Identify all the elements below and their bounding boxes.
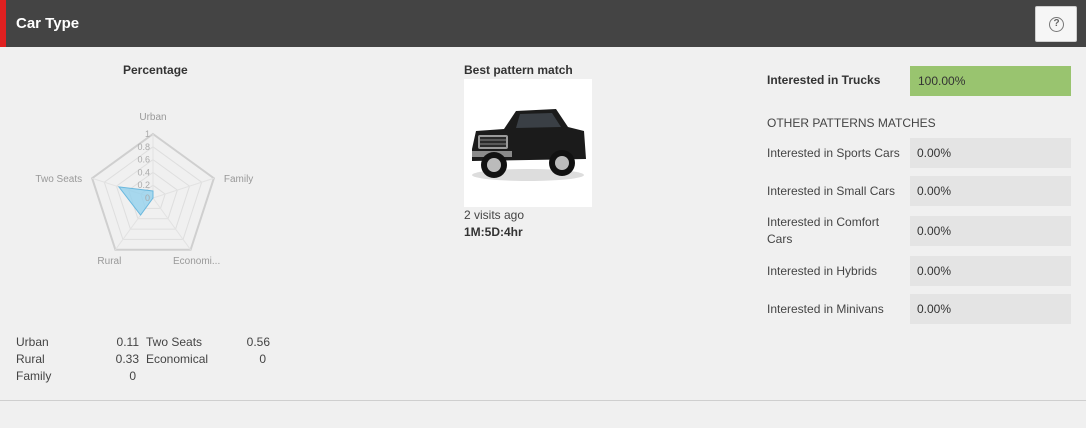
stat-value-family: 0 xyxy=(129,369,136,383)
interest-bar-small-cars: 0.00% xyxy=(910,176,1071,206)
stat-label-family: Family xyxy=(16,369,52,383)
stat-label-urban: Urban xyxy=(16,335,49,349)
radar-axis-label: Urban xyxy=(139,112,166,123)
main-interest-bar: 100.00% xyxy=(910,66,1071,96)
interest-bar-sports-cars: 0.00% xyxy=(910,138,1071,168)
interest-value: 0.00% xyxy=(917,302,952,316)
radar-tick-label: 0.4 xyxy=(137,167,150,177)
radar-tick-label: 0.8 xyxy=(137,142,150,152)
stat-label-economical: Economical xyxy=(146,352,209,366)
stat-label-rural: Rural xyxy=(16,352,45,366)
visits-text: 2 visits ago xyxy=(464,208,525,222)
interest-label-sports-cars: Interested in Sports Cars xyxy=(767,146,900,160)
main-interest-value: 100.00% xyxy=(918,74,966,88)
interest-bar-hybrids: 0.00% xyxy=(910,256,1071,286)
interest-value: 0.00% xyxy=(917,184,952,198)
help-button[interactable]: ? xyxy=(1035,6,1077,42)
radar-axis-label: Economi... xyxy=(173,256,220,267)
interest-label-comfort-cars: Interested in Comfort Cars xyxy=(767,215,880,246)
radar-axis-label: Rural xyxy=(97,256,121,267)
stat-value-rural: 0.33 xyxy=(115,352,139,366)
question-circle-icon: ? xyxy=(1049,17,1064,32)
stat-value-economical: 0 xyxy=(259,352,266,366)
interest-value: 0.00% xyxy=(917,224,952,238)
interest-label-minivans: Interested in Minivans xyxy=(767,302,884,316)
stat-value-urban: 0.11 xyxy=(116,335,139,349)
interest-label-small-cars: Interested in Small Cars xyxy=(767,184,896,198)
radar-chart: 1 0.8 0.6 0.4 0.2 0 Urban Family Economi... Rural… xyxy=(35,112,253,267)
stat-value-two-seats: 0.56 xyxy=(246,335,270,349)
radar-tick-label: 1 xyxy=(145,129,150,139)
interest-label-hybrids: Interested in Hybrids xyxy=(767,264,878,278)
main-interest-label: Interested in Trucks xyxy=(767,73,881,87)
interest-bar-minivans: 0.00% xyxy=(910,294,1071,324)
stat-label-two-seats: Two Seats xyxy=(146,335,203,349)
interest-value: 0.00% xyxy=(917,146,952,160)
best-pattern-title: Best pattern match xyxy=(464,63,573,77)
other-patterns-title: OTHER PATTERNS MATCHES xyxy=(767,116,936,130)
interest-bar-comfort-cars: 0.00% xyxy=(910,216,1071,246)
radar-axis-label: Family xyxy=(224,174,253,185)
pickup-truck-image xyxy=(464,79,592,207)
radar-tick-label: 0.6 xyxy=(137,155,150,165)
interest-value: 0.00% xyxy=(917,264,952,278)
radar-tick-label: 0.2 xyxy=(137,180,150,190)
radar-axis-label: Two Seats xyxy=(35,174,82,185)
duration-text: 1M:5D:4hr xyxy=(464,225,523,239)
radar-tick-label: 0 xyxy=(145,193,150,203)
